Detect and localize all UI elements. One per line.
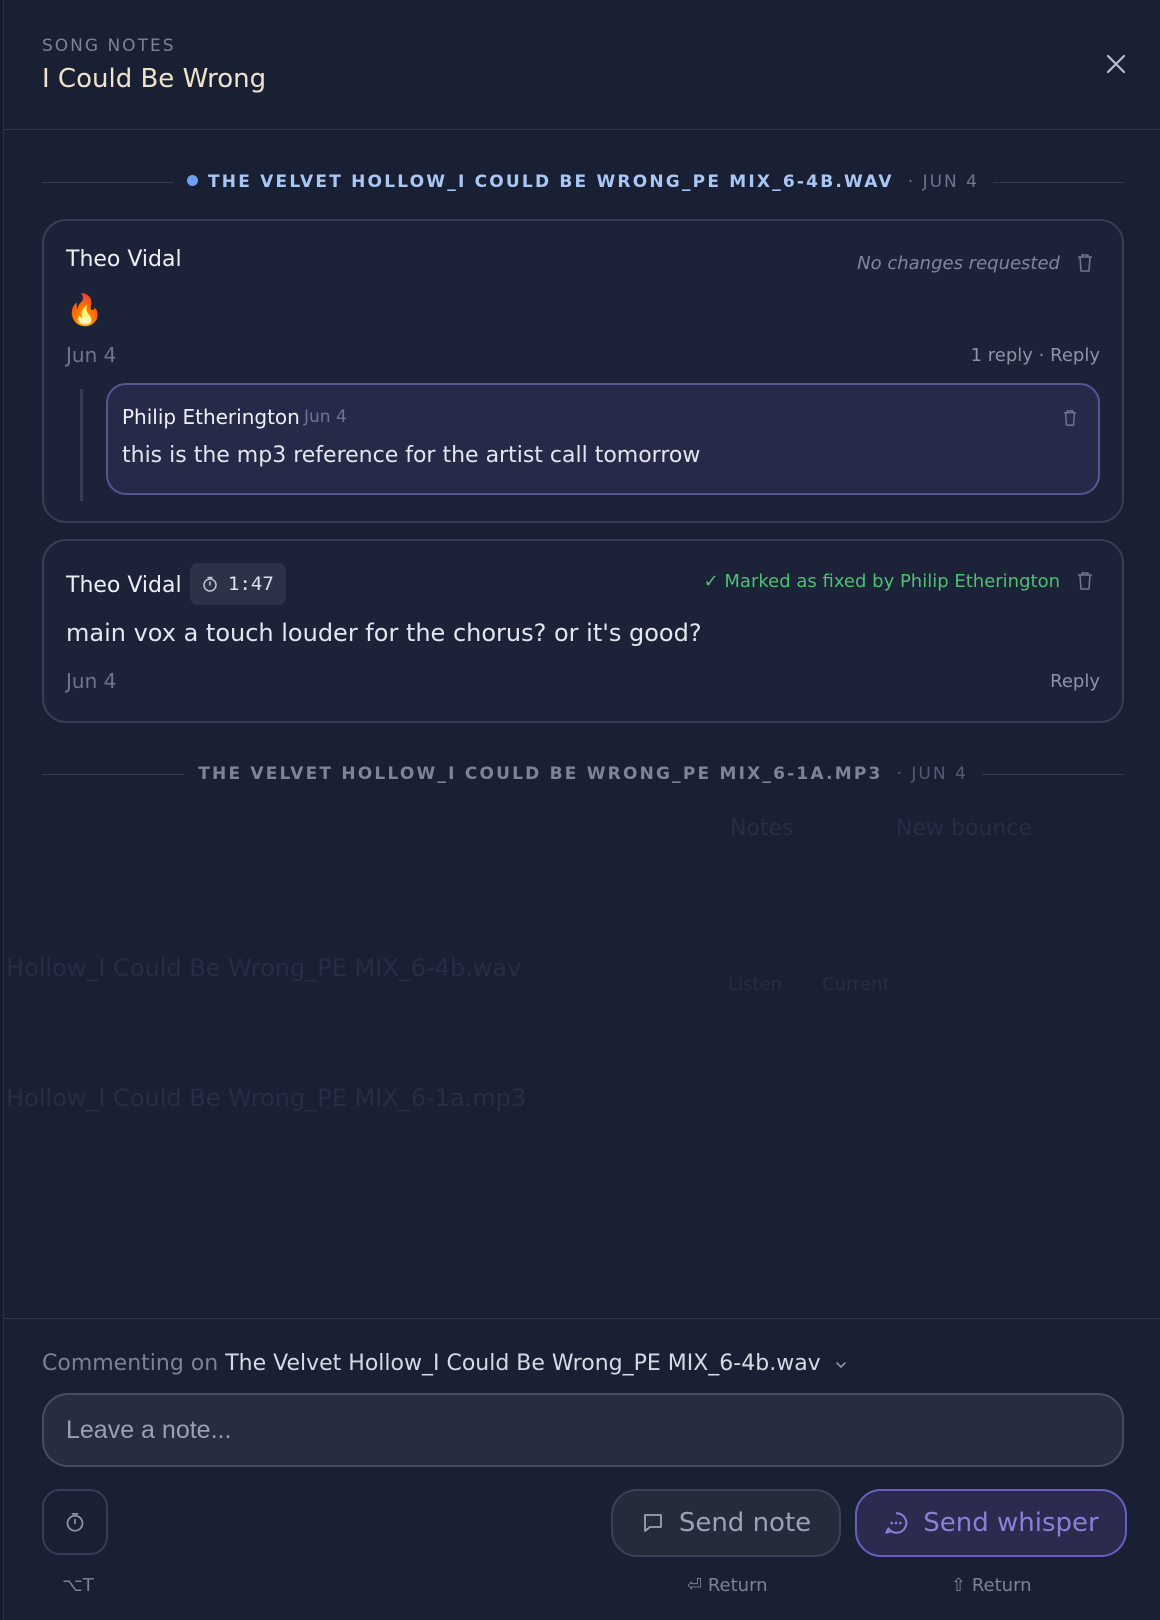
return-icon: ⏎ <box>687 1575 703 1596</box>
send-whisper-label: Send whisper <box>923 1508 1099 1538</box>
ghost-file-row-2: Hollow_I Could Be Wrong_PE MIX_6-1a.mp3 <box>6 1084 527 1112</box>
reply-thread-rail <box>80 389 83 501</box>
file-group-label: THE VELVET HOLLOW_I COULD BE WRONG_PE MI… <box>187 172 894 192</box>
panel-header: SONG NOTES I Could Be Wrong <box>4 0 1160 130</box>
reply-bubble: Philip Etherington Jun 4 this is the mp3… <box>106 383 1100 495</box>
comment-status: No changes requested <box>857 253 1060 274</box>
comment-reply-row: 1 reply · Reply <box>971 345 1100 366</box>
timestamp-value: 1:47 <box>228 573 274 595</box>
close-button[interactable] <box>1100 48 1132 80</box>
file-group-name: THE VELVET HOLLOW_I COULD BE WRONG_PE MI… <box>208 172 894 192</box>
ghost-new-bounce-label: New bounce <box>896 816 1032 841</box>
replies-count-link[interactable]: 1 reply <box>971 345 1033 366</box>
divider-line <box>42 181 174 183</box>
comment-body: 🔥 <box>66 293 104 328</box>
note-icon <box>643 1514 662 1532</box>
timestamp-shortcut-hint: ⌥T <box>62 1575 94 1596</box>
send-whisper-shortcut-label: Return <box>971 1575 1032 1596</box>
note-composer: Commenting on The Velvet Hollow_I Could … <box>4 1318 1160 1620</box>
comment-status-fixed: ✓ Marked as fixed by Philip Etherington <box>703 571 1060 592</box>
note-input[interactable] <box>42 1393 1124 1467</box>
reply-separator: · <box>1038 345 1045 366</box>
reply-author: Philip Etherington <box>122 405 300 429</box>
song-title: I Could Be Wrong <box>42 64 267 94</box>
reply-link[interactable]: Reply <box>1050 345 1100 366</box>
file-group-divider: THE VELVET HOLLOW_I COULD BE WRONG_PE MI… <box>42 762 1125 786</box>
commenting-on-selector: Commenting on The Velvet Hollow_I Could … <box>42 1351 848 1376</box>
timer-icon <box>203 576 217 592</box>
reply-link[interactable]: Reply <box>1050 671 1100 692</box>
commenting-prefix: Commenting on <box>42 1351 219 1376</box>
trash-icon[interactable] <box>1062 409 1078 427</box>
file-group-date: · JUN 4 <box>896 764 968 784</box>
file-group-divider: THE VELVET HOLLOW_I COULD BE WRONG_PE MI… <box>42 170 1124 194</box>
ghost-file-row-1: Hollow_I Could Be Wrong_PE MIX_6-4b.wav <box>6 954 522 982</box>
whisper-icon <box>885 1512 908 1534</box>
divider-line <box>992 181 1124 183</box>
song-notes-panel: Portal on Share Activity song note Reply… <box>3 0 1160 1620</box>
timestamp-chip[interactable]: 1:47 <box>190 563 286 605</box>
commenting-file-dropdown[interactable]: The Velvet Hollow_I Could Be Wrong_PE MI… <box>225 1351 820 1376</box>
comment-card: Theo Vidal No changes requested 🔥 Jun 4 … <box>42 219 1124 523</box>
panel-kicker: SONG NOTES <box>42 36 176 56</box>
shift-icon: ⇧ <box>951 1575 967 1596</box>
divider-line <box>981 773 1125 775</box>
chevron-down-icon[interactable] <box>834 1360 848 1370</box>
ghost-file-row-1-tag-b: Current <box>822 974 890 995</box>
ghost-file-row-1-tag-a: Listen <box>728 974 782 995</box>
comment-author: Theo Vidal <box>66 573 182 598</box>
timer-icon <box>66 1513 84 1532</box>
close-icon <box>1106 54 1126 74</box>
reply-body: this is the mp3 reference for the artist… <box>122 443 701 468</box>
file-group-date: · JUN 4 <box>907 172 979 192</box>
send-note-label: Send note <box>678 1508 812 1538</box>
insert-timestamp-button[interactable] <box>42 1489 108 1555</box>
divider-line <box>42 773 185 775</box>
send-whisper-button[interactable]: Send whisper <box>855 1489 1127 1557</box>
send-whisper-shortcut-hint: ⇧ Return <box>951 1575 1032 1596</box>
send-note-shortcut-label: Return <box>707 1575 768 1596</box>
comment-date: Jun 4 <box>66 343 117 367</box>
reply-date: Jun 4 <box>304 407 347 427</box>
comment-reply-row: Reply <box>1050 671 1100 692</box>
comment-card: Theo Vidal 1:47 ✓ Marked as fixed by Phi… <box>42 539 1124 723</box>
active-file-dot <box>187 175 199 186</box>
trash-icon[interactable] <box>1076 571 1094 591</box>
trash-icon[interactable] <box>1076 253 1094 273</box>
comment-date: Jun 4 <box>66 669 117 693</box>
ghost-notes-label: Notes <box>730 816 794 841</box>
file-group-name: THE VELVET HOLLOW_I COULD BE WRONG_PE MI… <box>198 764 883 784</box>
send-note-button[interactable]: Send note <box>611 1489 841 1557</box>
send-note-shortcut-hint: ⏎ Return <box>687 1575 768 1596</box>
comment-author: Theo Vidal <box>66 247 182 272</box>
comment-body: main vox a touch louder for the chorus? … <box>66 619 702 647</box>
